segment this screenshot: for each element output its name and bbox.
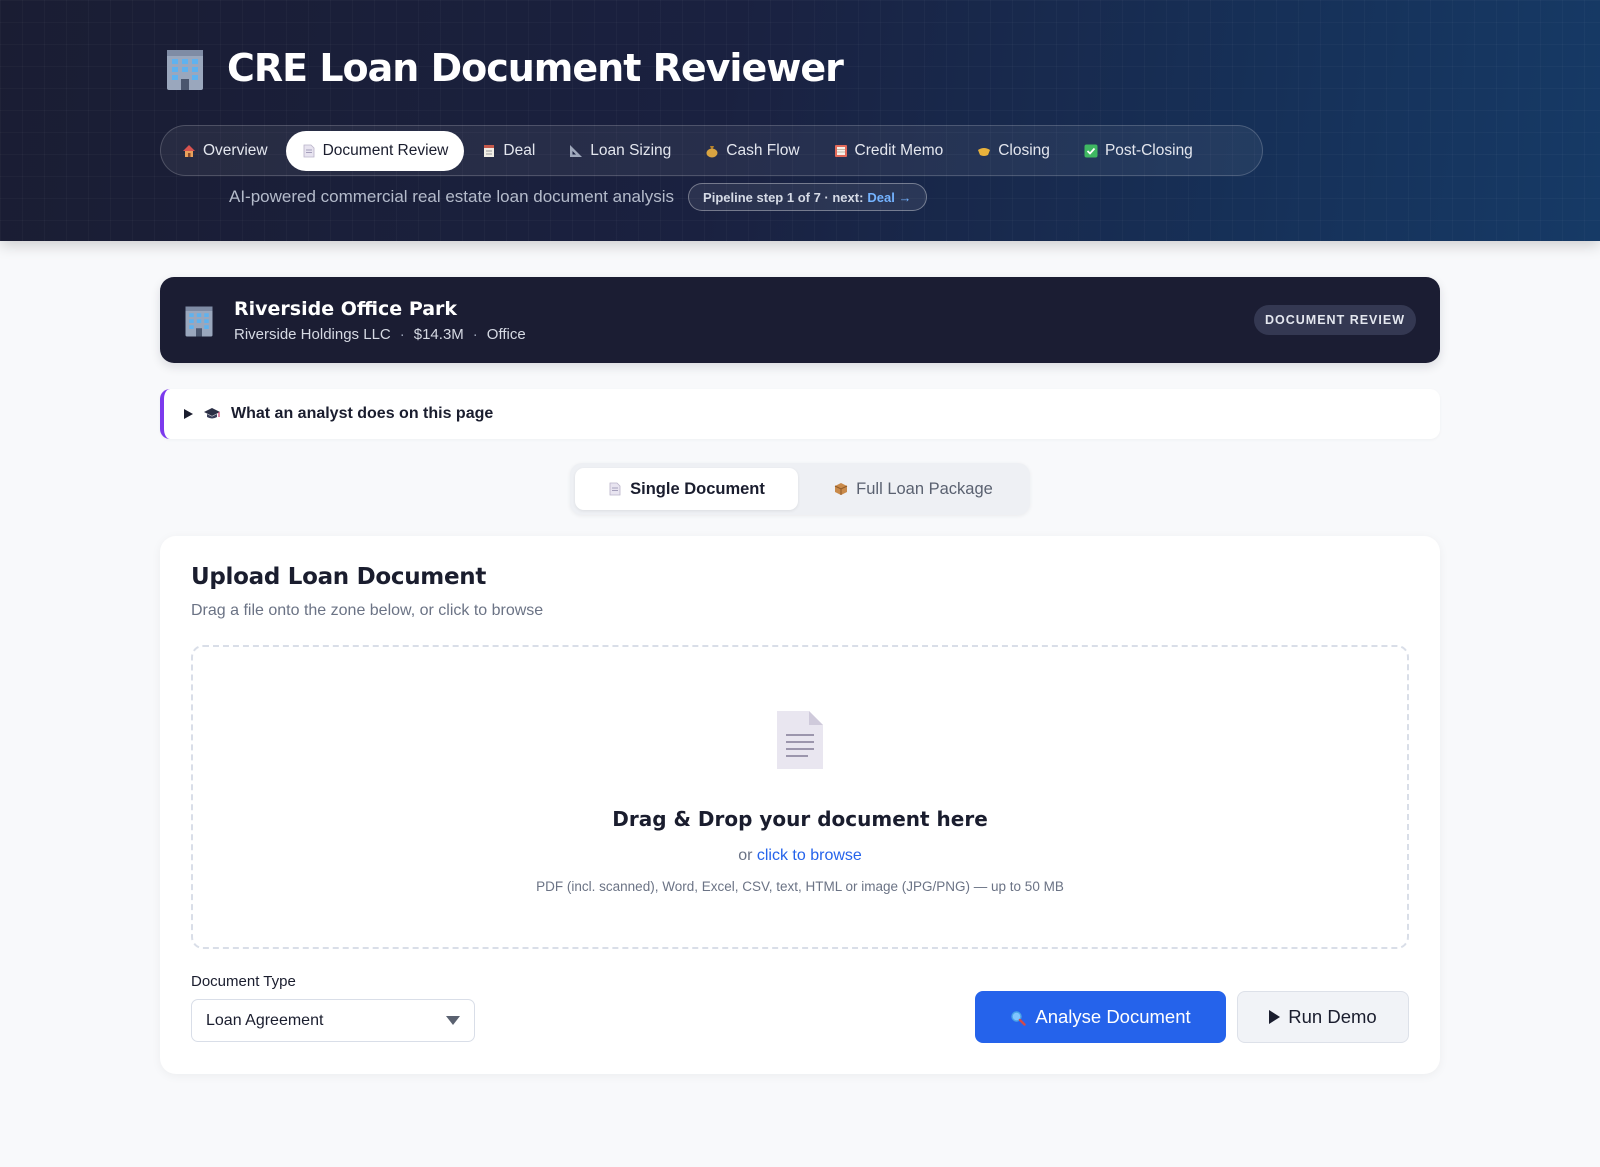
tab-closing-label: Closing	[998, 141, 1050, 159]
supported-formats: PDF (incl. scanned), Word, Excel, CSV, t…	[536, 879, 1064, 894]
tab-overview[interactable]: Overview	[166, 131, 284, 171]
document-type-label: Document Type	[191, 973, 296, 990]
tab-credit-memo-label: Credit Memo	[854, 141, 944, 159]
chevron-down-icon	[446, 1016, 460, 1025]
dropzone-title: Drag & Drop your document here	[612, 807, 988, 831]
analyse-document-button[interactable]: Analyse Document	[975, 991, 1226, 1043]
run-demo-label: Run Demo	[1288, 1006, 1377, 1027]
graduation-cap-icon	[203, 407, 221, 421]
tab-full-loan-package-label: Full Loan Package	[856, 479, 993, 498]
magnifier-icon	[1010, 1009, 1027, 1026]
header-subtitle-row: AI-powered commercial real estate loan d…	[229, 183, 927, 211]
tab-closing[interactable]: Closing	[961, 131, 1066, 171]
tab-overview-label: Overview	[203, 141, 268, 159]
meta-separator: ·	[472, 325, 478, 343]
office-building-icon	[184, 303, 214, 337]
upload-card: Upload Loan Document Drag a file onto th…	[160, 536, 1440, 1074]
deal-banner: Riverside Office Park Riverside Holdings…	[160, 277, 1440, 363]
analyse-document-label: Analyse Document	[1035, 1006, 1191, 1027]
app-title: CRE Loan Document Reviewer	[227, 46, 844, 90]
app-subtitle: AI-powered commercial real estate loan d…	[229, 187, 675, 206]
tab-cash-flow[interactable]: Cash Flow	[689, 131, 815, 171]
upload-title: Upload Loan Document	[191, 564, 487, 590]
app-header: CRE Loan Document Reviewer Overview Docu…	[0, 0, 1600, 241]
pipeline-step-text: Pipeline step 1 of 7 · next:	[703, 189, 864, 205]
document-type-select[interactable]: Loan Agreement	[191, 999, 475, 1042]
handshake-icon	[977, 144, 991, 158]
document-icon	[775, 709, 825, 771]
page-icon	[608, 482, 622, 496]
pipeline-next-link[interactable]: Deal →	[867, 190, 911, 205]
document-type-value: Loan Agreement	[206, 1011, 324, 1029]
money-bag-icon	[705, 144, 719, 158]
tab-document-review-label: Document Review	[322, 141, 449, 159]
run-demo-button[interactable]: Run Demo	[1237, 991, 1409, 1043]
tab-post-closing[interactable]: Post-Closing	[1068, 131, 1209, 171]
tab-post-closing-label: Post-Closing	[1104, 141, 1193, 159]
upload-subtitle: Drag a file onto the zone below, or clic…	[191, 602, 544, 619]
tab-loan-sizing-label: Loan Sizing	[590, 141, 672, 159]
deal-meta: Riverside Holdings LLC · $14.3M · Office	[234, 326, 526, 343]
office-building-icon	[165, 46, 205, 90]
deal-property-type: Office	[486, 325, 526, 343]
receipt-icon	[482, 144, 496, 158]
tab-cash-flow-label: Cash Flow	[726, 141, 800, 159]
package-icon	[834, 482, 848, 496]
tab-document-review[interactable]: Document Review	[285, 130, 465, 171]
tab-deal[interactable]: Deal	[466, 131, 551, 171]
house-icon	[182, 144, 196, 158]
tab-single-document[interactable]: Single Document	[575, 468, 798, 510]
analyst-guide-label: What an analyst does on this page	[231, 405, 494, 422]
tab-single-document-label: Single Document	[630, 479, 765, 498]
page-icon	[302, 144, 316, 158]
deal-amount: $14.3M	[413, 325, 464, 343]
browse-link[interactable]: click to browse	[757, 847, 862, 864]
ruler-icon	[569, 144, 583, 158]
dropzone-or-text: or	[738, 847, 753, 864]
pipeline-step-badge[interactable]: Pipeline step 1 of 7 · next: Deal →	[688, 183, 927, 211]
file-dropzone[interactable]: Drag & Drop your document here or click …	[191, 645, 1409, 949]
disclosure-triangle-icon	[184, 409, 193, 419]
tab-loan-sizing[interactable]: Loan Sizing	[553, 131, 687, 171]
dropzone-browse-row: or click to browse	[738, 847, 862, 865]
stage-badge: DOCUMENT REVIEW	[1254, 305, 1416, 335]
play-icon	[1269, 1010, 1281, 1024]
deal-info: Riverside Office Park Riverside Holdings…	[234, 298, 526, 343]
tab-credit-memo[interactable]: Credit Memo	[818, 131, 960, 171]
pipeline-nav: Overview Document Review Deal Loan Sizin…	[160, 125, 1263, 176]
analyst-guide-toggle[interactable]: What an analyst does on this page	[160, 389, 1440, 439]
meta-separator: ·	[399, 325, 405, 343]
tab-deal-label: Deal	[503, 141, 536, 159]
app-title-row: CRE Loan Document Reviewer	[165, 42, 844, 94]
check-box-icon	[1084, 144, 1098, 158]
upload-mode-toggle: Single Document Full Loan Package	[570, 463, 1030, 515]
deal-name: Riverside Office Park	[234, 297, 458, 320]
tab-full-loan-package[interactable]: Full Loan Package	[802, 468, 1025, 510]
deal-borrower: Riverside Holdings LLC	[234, 325, 391, 343]
ledger-icon	[834, 144, 848, 158]
